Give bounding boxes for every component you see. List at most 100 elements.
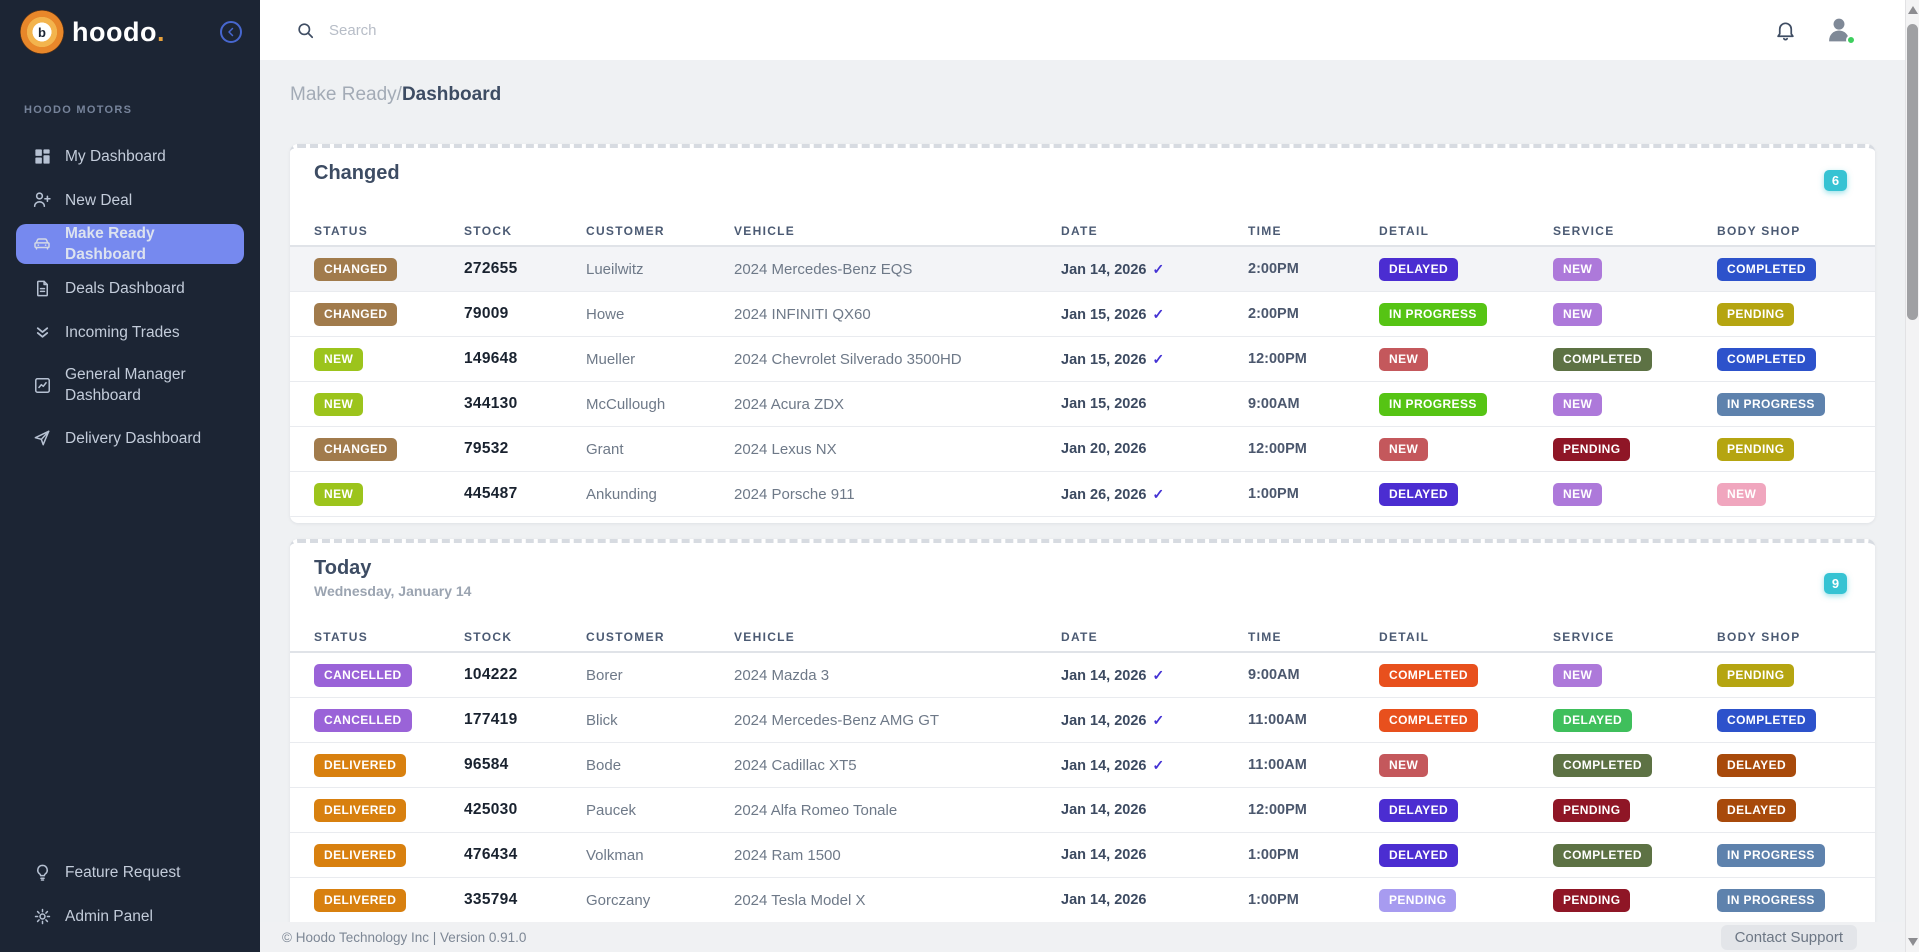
time-cell: 9:00AM <box>1248 667 1379 683</box>
vehicle-cell: 2024 Tesla Model X <box>734 892 1061 909</box>
date-cell: Jan 14, 2026✓ <box>1061 712 1248 729</box>
detail-status-badge: DELAYED <box>1379 483 1458 506</box>
table-row[interactable]: CHANGED272655Lueilwitz2024 Mercedes-Benz… <box>290 247 1875 292</box>
time-cell: 12:00PM <box>1248 441 1379 457</box>
stock-cell: 149648 <box>464 350 586 368</box>
detail-status-badge: DELAYED <box>1379 258 1458 281</box>
top-header <box>260 0 1905 60</box>
table-row[interactable]: NEW445487Ankunding2024 Porsche 911Jan 26… <box>290 472 1875 517</box>
search-input[interactable] <box>329 22 749 39</box>
date-cell: Jan 14, 2026 <box>1061 892 1248 908</box>
gear-icon <box>32 906 52 926</box>
vehicle-cell: 2024 Lexus NX <box>734 441 1061 458</box>
service-status-badge: COMPLETED <box>1553 754 1652 777</box>
copyright-text: © Hoodo Technology Inc | Version 0.91.0 <box>282 930 526 945</box>
sidebar: b hoodo. HOODO MOTORS My DashboardNew De… <box>0 0 260 952</box>
detail-status-badge: IN PROGRESS <box>1379 393 1487 416</box>
body-shop-status-badge: IN PROGRESS <box>1717 393 1825 416</box>
detail-status-badge: DELAYED <box>1379 844 1458 867</box>
table-row[interactable]: CHANGED79009Howe2024 INFINITI QX60Jan 15… <box>290 292 1875 337</box>
sidebar-item-admin-panel[interactable]: Admin Panel <box>0 894 260 938</box>
sidebar-item-label: Feature Request <box>65 862 180 883</box>
table-row[interactable]: CHANGED79532Grant2024 Lexus NXJan 20, 20… <box>290 427 1875 472</box>
sidebar-collapse-button[interactable] <box>220 21 242 43</box>
sidebar-item-delivery-dashboard[interactable]: Delivery Dashboard <box>0 416 260 460</box>
lightbulb-icon <box>32 862 52 882</box>
search-bar <box>260 21 1774 40</box>
column-header-service: SERVICE <box>1553 630 1717 644</box>
time-cell: 1:00PM <box>1248 892 1379 908</box>
sidebar-item-my-dashboard[interactable]: My Dashboard <box>0 134 260 178</box>
column-header-detail: DETAIL <box>1379 224 1553 238</box>
status-badge: CANCELLED <box>314 709 412 732</box>
service-status-badge: NEW <box>1553 303 1602 326</box>
scroll-down-arrow-icon[interactable] <box>1908 938 1918 946</box>
table-row[interactable]: CANCELLED177419Blick2024 Mercedes-Benz A… <box>290 698 1875 743</box>
customer-cell: Grant <box>586 441 734 458</box>
date-confirmed-check-icon: ✓ <box>1152 712 1164 728</box>
table-row[interactable]: DELIVERED425030Paucek2024 Alfa Romeo Ton… <box>290 788 1875 833</box>
vehicle-cell: 2024 INFINITI QX60 <box>734 306 1061 323</box>
sidebar-item-make-ready-dashboard[interactable]: Make Ready Dashboard <box>16 224 244 264</box>
status-badge: CHANGED <box>314 438 397 461</box>
time-cell: 2:00PM <box>1248 261 1379 277</box>
column-header-customer: CUSTOMER <box>586 630 734 644</box>
cards-container: Changed6STATUSSTOCKCUSTOMERVEHICLEDATETI… <box>260 144 1905 952</box>
section-title: Changed <box>314 162 1851 185</box>
body-shop-status-badge: COMPLETED <box>1717 709 1816 732</box>
date-cell: Jan 26, 2026✓ <box>1061 486 1248 503</box>
main-content: Make Ready/Dashboard Changed6STATUSSTOCK… <box>260 60 1905 952</box>
service-status-badge: COMPLETED <box>1553 844 1652 867</box>
scroll-up-arrow-icon[interactable] <box>1908 6 1918 14</box>
status-badge: NEW <box>314 483 363 506</box>
sidebar-item-label: Make Ready Dashboard <box>65 223 235 265</box>
table-row[interactable]: NEW344130McCullough2024 Acura ZDXJan 15,… <box>290 382 1875 427</box>
detail-status-badge: NEW <box>1379 754 1428 777</box>
user-plus-icon <box>32 190 52 210</box>
sidebar-item-deals-dashboard[interactable]: Deals Dashboard <box>0 266 260 310</box>
body-shop-status-badge: PENDING <box>1717 303 1794 326</box>
sidebar-section-label: HOODO MOTORS <box>24 104 260 116</box>
customer-cell: McCullough <box>586 396 734 413</box>
table-header-row: STATUSSTOCKCUSTOMERVEHICLEDATETIMEDETAIL… <box>290 217 1875 247</box>
table-row[interactable]: DELIVERED96584Bode2024 Cadillac XT5Jan 1… <box>290 743 1875 788</box>
date-confirmed-check-icon: ✓ <box>1152 351 1164 367</box>
table-row[interactable]: DELIVERED335794Gorczany2024 Tesla Model … <box>290 878 1875 923</box>
chart-icon <box>32 375 52 395</box>
contact-support-button[interactable]: Contact Support <box>1721 925 1857 950</box>
status-badge: DELIVERED <box>314 889 406 912</box>
vehicle-cell: 2024 Porsche 911 <box>734 486 1061 503</box>
status-badge: NEW <box>314 348 363 371</box>
status-badge: DELIVERED <box>314 844 406 867</box>
date-confirmed-check-icon: ✓ <box>1152 486 1164 502</box>
sidebar-item-incoming-trades[interactable]: Incoming Trades <box>0 310 260 354</box>
scrollbar-thumb[interactable] <box>1907 24 1918 320</box>
vertical-scrollbar[interactable] <box>1905 0 1919 952</box>
vehicle-cell: 2024 Alfa Romeo Tonale <box>734 802 1061 819</box>
table-row[interactable]: CANCELLED104222Borer2024 Mazda 3Jan 14, … <box>290 653 1875 698</box>
date-confirmed-check-icon: ✓ <box>1152 757 1164 773</box>
customer-cell: Ankunding <box>586 486 734 503</box>
notifications-bell-icon[interactable] <box>1774 19 1797 42</box>
time-cell: 1:00PM <box>1248 847 1379 863</box>
card-header: Changed <box>290 148 1875 185</box>
body-shop-status-badge: IN PROGRESS <box>1717 844 1825 867</box>
column-header-time: TIME <box>1248 224 1379 238</box>
sidebar-item-feature-request[interactable]: Feature Request <box>0 850 260 894</box>
date-confirmed-check-icon: ✓ <box>1152 261 1164 277</box>
breadcrumb-page: Dashboard <box>402 84 501 105</box>
sidebar-item-new-deal[interactable]: New Deal <box>0 178 260 222</box>
column-header-status: STATUS <box>314 630 464 644</box>
user-avatar[interactable] <box>1823 14 1855 46</box>
date-cell: Jan 15, 2026✓ <box>1061 351 1248 368</box>
body-shop-status-badge: COMPLETED <box>1717 348 1816 371</box>
service-status-badge: COMPLETED <box>1553 348 1652 371</box>
detail-status-badge: COMPLETED <box>1379 709 1478 732</box>
status-badge: CHANGED <box>314 258 397 281</box>
stock-cell: 335794 <box>464 891 586 909</box>
vehicle-cell: 2024 Mazda 3 <box>734 667 1061 684</box>
sidebar-item-general-manager-dashboard[interactable]: General Manager Dashboard <box>0 354 260 416</box>
stock-cell: 79009 <box>464 305 586 323</box>
table-row[interactable]: NEW149648Mueller2024 Chevrolet Silverado… <box>290 337 1875 382</box>
table-row[interactable]: DELIVERED476434Volkman2024 Ram 1500Jan 1… <box>290 833 1875 878</box>
